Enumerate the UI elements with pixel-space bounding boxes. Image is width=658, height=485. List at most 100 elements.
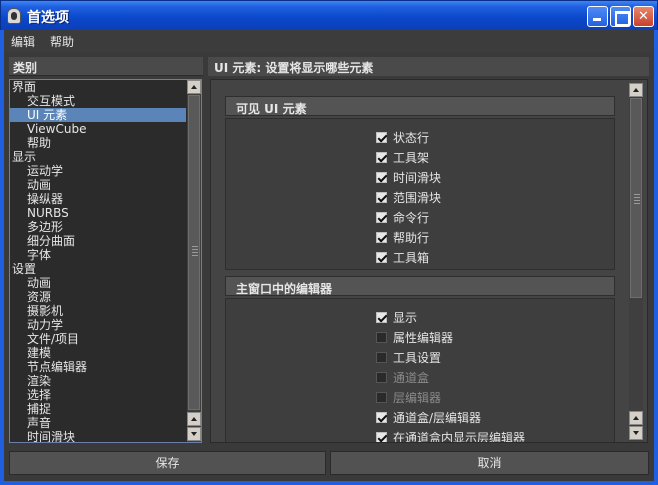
category-item[interactable]: 建模 xyxy=(10,346,186,360)
checkbox-checked-icon[interactable] xyxy=(376,231,387,243)
checkbox-row[interactable]: 在通道盒内显示层编辑器 xyxy=(376,427,526,443)
save-button[interactable]: 保存 xyxy=(9,451,326,475)
checkbox-label: 工具设置 xyxy=(393,350,442,365)
categories-scroll-thumb[interactable] xyxy=(188,95,200,410)
scroll-up-arrow-icon[interactable] xyxy=(629,411,643,425)
categories-scrollbar[interactable] xyxy=(187,80,201,442)
checkbox-row[interactable]: 时间滑块 xyxy=(376,167,441,187)
category-item[interactable]: UI 元素 xyxy=(10,108,186,122)
checkbox-label: 帮助行 xyxy=(393,230,430,245)
category-item[interactable]: 帮助 xyxy=(10,136,186,150)
checkbox-checked-icon[interactable] xyxy=(376,311,387,323)
scroll-up-arrow-icon[interactable] xyxy=(187,80,201,94)
category-item[interactable]: 动画 xyxy=(10,276,186,290)
category-group[interactable]: 显示 xyxy=(10,150,186,164)
title-bar[interactable]: 首选项 ✕ xyxy=(0,0,658,30)
checkbox-checked-icon[interactable] xyxy=(376,431,387,442)
category-item[interactable]: ViewCube xyxy=(10,122,186,136)
checkbox-checked-icon[interactable] xyxy=(376,171,387,183)
category-item[interactable]: 动画 xyxy=(10,178,186,192)
categories-tree[interactable]: 界面 交互模式 UI 元素 ViewCube 帮助 显示 运动学 动画 操纵器 NURBS 多边形细… xyxy=(9,79,202,443)
section-header-editors[interactable]: 主窗口中的编辑器 xyxy=(225,276,615,296)
checkbox-checked-icon[interactable] xyxy=(376,411,387,423)
checkbox-row[interactable]: 属性编辑器 xyxy=(376,327,453,347)
checkbox-row[interactable]: 命令行 xyxy=(376,207,429,227)
menu-bar: 编辑 帮助 xyxy=(0,30,658,52)
minimize-button[interactable] xyxy=(587,6,608,27)
checkbox-unchecked-icon[interactable] xyxy=(376,351,387,363)
checkbox-checked-icon[interactable] xyxy=(376,151,387,163)
checkbox-row[interactable]: 范围滑块 xyxy=(376,187,441,207)
checkbox-row[interactable]: 状态行 xyxy=(376,127,429,147)
category-item[interactable]: 运动学 xyxy=(10,164,186,178)
section-body-editors: 显示属性编辑器工具设置通道盒层编辑器通道盒/层编辑器在通道盒内显示层编辑器 xyxy=(225,298,615,443)
checkbox-row[interactable]: 通道盒 xyxy=(376,367,429,387)
menu-edit[interactable]: 编辑 xyxy=(11,33,35,50)
checkbox-label: 时间滑块 xyxy=(393,170,442,185)
checkbox-row[interactable]: 工具架 xyxy=(376,147,429,167)
category-item[interactable]: 渲染 xyxy=(10,374,186,388)
category-item[interactable]: NURBS xyxy=(10,206,186,220)
scroll-up-arrow-icon[interactable] xyxy=(187,412,201,426)
checkbox-label: 在通道盒内显示层编辑器 xyxy=(393,430,526,443)
category-item[interactable]: 资源 xyxy=(10,290,186,304)
checkbox-row[interactable]: 帮助行 xyxy=(376,227,429,247)
checkbox-unchecked-icon[interactable] xyxy=(376,371,387,383)
category-item[interactable]: 文件/项目 xyxy=(10,332,186,346)
checkbox-row[interactable]: 工具设置 xyxy=(376,347,441,367)
checkbox-label: 层编辑器 xyxy=(393,390,442,405)
checkbox-label: 显示 xyxy=(393,310,418,325)
maximize-button[interactable] xyxy=(610,6,631,27)
menu-help[interactable]: 帮助 xyxy=(50,33,74,50)
checkbox-label: 通道盒 xyxy=(393,370,430,385)
categories-list: 界面 交互模式 UI 元素 ViewCube 帮助 显示 运动学 动画 操纵器 NURBS 多边形细… xyxy=(10,80,186,442)
checkbox-row[interactable]: 通道盒/层编辑器 xyxy=(376,407,481,427)
category-item[interactable]: 摄影机 xyxy=(10,304,186,318)
category-item[interactable]: 动力学 xyxy=(10,318,186,332)
checkbox-unchecked-icon[interactable] xyxy=(376,331,387,343)
checkbox-row[interactable]: 工具箱 xyxy=(376,247,429,267)
category-group[interactable]: 设置 xyxy=(10,262,186,276)
window-frame-bottom xyxy=(0,481,658,485)
panel-scrollbar[interactable] xyxy=(629,83,643,441)
category-item[interactable]: 选择 xyxy=(10,388,186,402)
checkbox-checked-icon[interactable] xyxy=(376,251,387,263)
checkbox-checked-icon[interactable] xyxy=(376,191,387,203)
category-item[interactable]: 多边形 xyxy=(10,220,186,234)
panel-scroll-thumb[interactable] xyxy=(630,98,642,298)
panel-header: UI 元素: 设置将显示哪些元素 xyxy=(208,57,649,76)
categories-header: 类别 xyxy=(9,57,203,76)
checkbox-label: 工具架 xyxy=(393,150,430,165)
checkbox-label: 通道盒/层编辑器 xyxy=(393,410,482,425)
category-item[interactable]: 声音 xyxy=(10,416,186,430)
checkbox-row[interactable]: 层编辑器 xyxy=(376,387,441,407)
app-icon xyxy=(7,8,21,24)
checkbox-checked-icon[interactable] xyxy=(376,131,387,143)
scroll-down-arrow-icon[interactable] xyxy=(187,427,201,441)
checkbox-label: 命令行 xyxy=(393,210,430,225)
category-item[interactable]: 操纵器 xyxy=(10,192,186,206)
scroll-down-arrow-icon[interactable] xyxy=(629,426,643,440)
checkbox-label: 范围滑块 xyxy=(393,190,442,205)
panel-body: 可见 UI 元素 状态行工具架时间滑块范围滑块命令行帮助行工具箱 主窗口中的编辑… xyxy=(210,79,648,443)
checkbox-label: 属性编辑器 xyxy=(393,330,454,345)
checkbox-label: 状态行 xyxy=(393,130,430,145)
section-body-visible-ui: 状态行工具架时间滑块范围滑块命令行帮助行工具箱 xyxy=(225,118,615,270)
checkbox-unchecked-icon[interactable] xyxy=(376,391,387,403)
window-frame-left xyxy=(0,30,4,485)
cancel-button[interactable]: 取消 xyxy=(330,451,649,475)
scroll-up-arrow-icon[interactable] xyxy=(629,83,643,97)
category-item[interactable]: 时间滑块 xyxy=(10,430,186,442)
category-item[interactable]: 节点编辑器 xyxy=(10,360,186,374)
category-item[interactable]: 细分曲面 xyxy=(10,234,186,248)
category-group[interactable]: 界面 xyxy=(10,80,186,94)
checkbox-checked-icon[interactable] xyxy=(376,211,387,223)
category-item[interactable]: 字体 xyxy=(10,248,186,262)
window-frame-right xyxy=(654,30,658,485)
category-item[interactable]: 捕捉 xyxy=(10,402,186,416)
close-button[interactable]: ✕ xyxy=(633,6,654,27)
category-item[interactable]: 交互模式 xyxy=(10,94,186,108)
checkbox-label: 工具箱 xyxy=(393,250,430,265)
section-header-visible-ui[interactable]: 可见 UI 元素 xyxy=(225,96,615,116)
checkbox-row[interactable]: 显示 xyxy=(376,307,417,327)
